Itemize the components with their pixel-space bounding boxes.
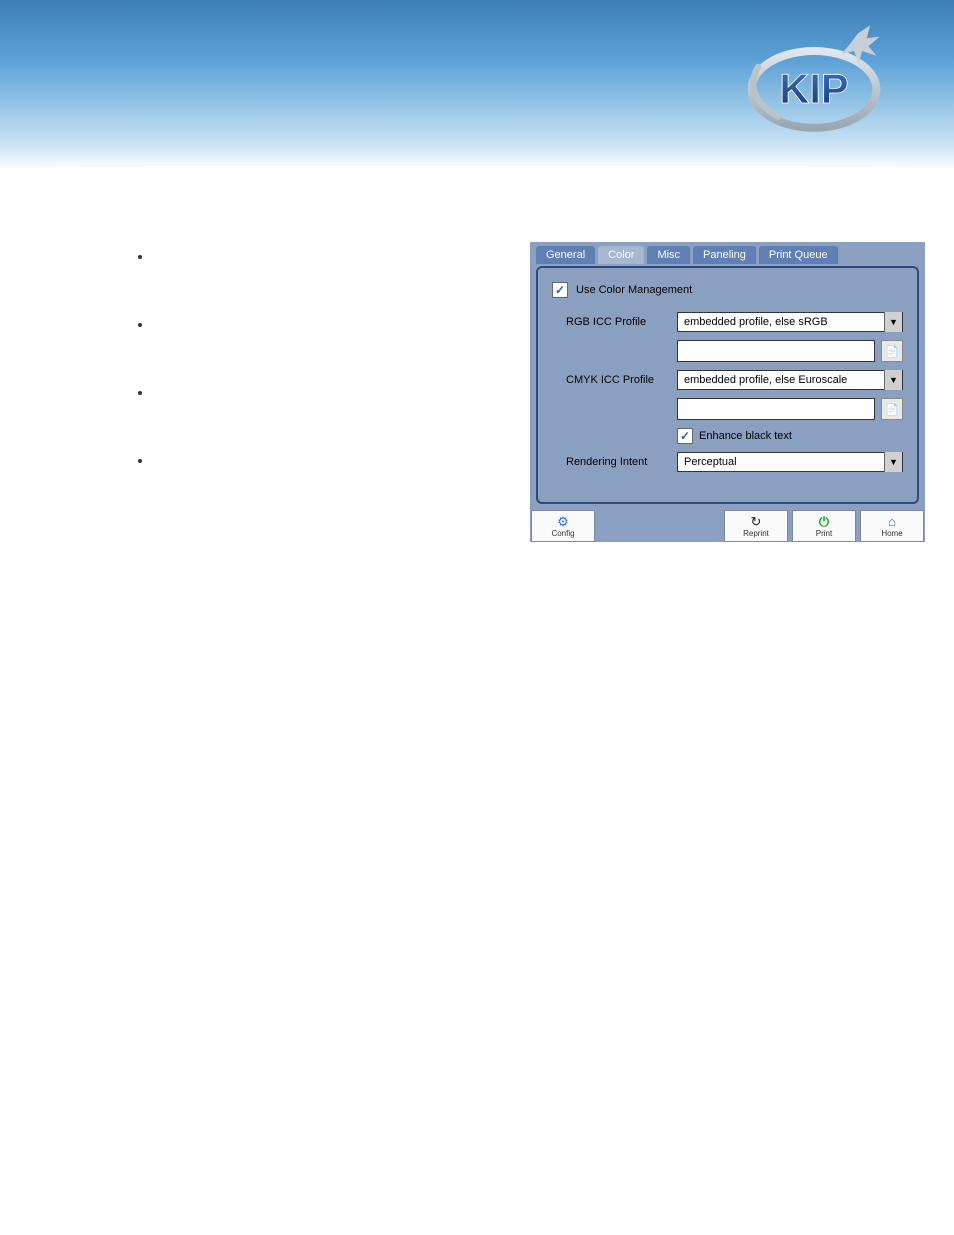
config-button[interactable]: ⚙ Config bbox=[531, 510, 595, 542]
refresh-icon: ↻ bbox=[751, 515, 762, 528]
cmyk-profile-path-input[interactable] bbox=[677, 398, 875, 420]
tab-bar: General Color Misc Paneling Print Queue bbox=[530, 242, 925, 264]
folder-icon: 📄 bbox=[885, 403, 899, 416]
rgb-profile-path-input[interactable] bbox=[677, 340, 875, 362]
folder-icon: 📄 bbox=[885, 345, 899, 358]
color-tab-panel: Use Color Management RGB ICC Profile emb… bbox=[536, 266, 919, 504]
settings-panel: General Color Misc Paneling Print Queue … bbox=[530, 242, 925, 542]
rendering-intent-value: Perceptual bbox=[684, 456, 737, 468]
bullet-list bbox=[135, 248, 153, 520]
enhance-black-row: Enhance black text bbox=[566, 428, 903, 444]
use-color-management-label: Use Color Management bbox=[576, 284, 692, 296]
home-button[interactable]: ⌂ Home bbox=[860, 510, 924, 542]
chevron-down-icon: ▼ bbox=[884, 312, 902, 332]
tab-general[interactable]: General bbox=[536, 246, 595, 264]
page-header: KIP bbox=[0, 0, 954, 170]
reprint-button-label: Reprint bbox=[743, 529, 769, 538]
rgb-profile-path-row: 📄 bbox=[566, 340, 903, 362]
gear-icon: ⚙ bbox=[557, 515, 569, 528]
rgb-profile-select[interactable]: embedded profile, else sRGB ▼ bbox=[677, 312, 903, 332]
bottom-toolbar: ⚙ Config ↻ Reprint ⏻ Print ⌂ Home bbox=[530, 510, 925, 542]
rgb-profile-label: RGB ICC Profile bbox=[566, 316, 671, 328]
home-icon: ⌂ bbox=[888, 515, 896, 528]
kip-logo: KIP bbox=[734, 18, 894, 148]
enhance-black-checkbox[interactable] bbox=[677, 428, 693, 444]
page-content: General Color Misc Paneling Print Queue … bbox=[0, 170, 954, 240]
rendering-intent-select[interactable]: Perceptual ▼ bbox=[677, 452, 903, 472]
tab-misc[interactable]: Misc bbox=[647, 246, 690, 264]
tab-color[interactable]: Color bbox=[598, 246, 644, 264]
svg-text:KIP: KIP bbox=[779, 65, 848, 112]
header-divider bbox=[0, 163, 954, 164]
chevron-down-icon: ▼ bbox=[884, 452, 902, 472]
cmyk-profile-label: CMYK ICC Profile bbox=[566, 374, 671, 386]
cmyk-profile-path-row: 📄 bbox=[566, 398, 903, 420]
cmyk-profile-select[interactable]: embedded profile, else Euroscale ▼ bbox=[677, 370, 903, 390]
use-color-management-row: Use Color Management bbox=[552, 282, 903, 298]
power-icon: ⏻ bbox=[819, 515, 829, 528]
rendering-intent-label: Rendering Intent bbox=[566, 456, 671, 468]
use-color-management-checkbox[interactable] bbox=[552, 282, 568, 298]
cmyk-browse-button[interactable]: 📄 bbox=[881, 398, 903, 420]
print-button[interactable]: ⏻ Print bbox=[792, 510, 856, 542]
rgb-profile-value: embedded profile, else sRGB bbox=[684, 316, 828, 328]
tab-paneling[interactable]: Paneling bbox=[693, 246, 756, 264]
rgb-profile-row: RGB ICC Profile embedded profile, else s… bbox=[566, 312, 903, 332]
tab-print-queue[interactable]: Print Queue bbox=[759, 246, 838, 264]
cmyk-profile-row: CMYK ICC Profile embedded profile, else … bbox=[566, 370, 903, 390]
cmyk-profile-value: embedded profile, else Euroscale bbox=[684, 374, 847, 386]
chevron-down-icon: ▼ bbox=[884, 370, 902, 390]
reprint-button[interactable]: ↻ Reprint bbox=[724, 510, 788, 542]
print-button-label: Print bbox=[816, 529, 832, 538]
config-button-label: Config bbox=[551, 529, 574, 538]
rgb-browse-button[interactable]: 📄 bbox=[881, 340, 903, 362]
home-button-label: Home bbox=[881, 529, 902, 538]
enhance-black-label: Enhance black text bbox=[699, 430, 792, 442]
rendering-intent-row: Rendering Intent Perceptual ▼ bbox=[566, 452, 903, 472]
